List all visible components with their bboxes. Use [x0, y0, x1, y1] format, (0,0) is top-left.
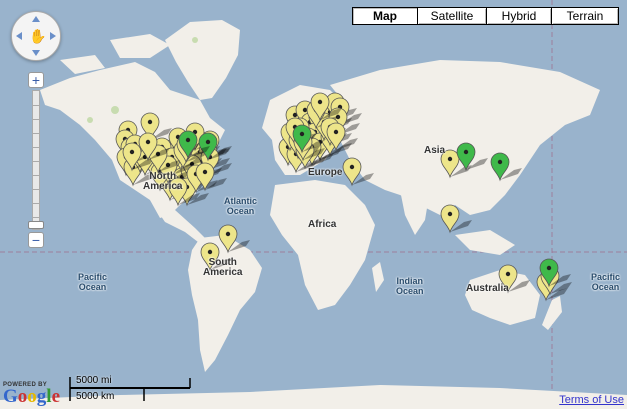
label-asia: Asia: [424, 145, 446, 156]
google-logo-text: Google: [3, 386, 60, 407]
terms-of-use-link[interactable]: Terms of Use: [559, 394, 624, 406]
map-type-terrain-button[interactable]: Terrain: [551, 7, 619, 25]
pan-up-icon[interactable]: [32, 16, 40, 22]
map-type-map-button[interactable]: Map: [352, 7, 418, 25]
google-logo[interactable]: POWERED BY Google: [3, 382, 60, 406]
label-africa: Africa: [308, 219, 337, 230]
label-south-america: South America: [203, 257, 243, 278]
map-marker-yellow[interactable]: [342, 157, 374, 187]
label-australia: Australia: [466, 283, 509, 294]
map-canvas[interactable]: North America South America Europe Africa …: [0, 0, 627, 409]
pan-left-icon[interactable]: [16, 32, 22, 40]
map-type-control: Map Satellite Hybrid Terrain: [352, 7, 619, 25]
label-atlantic-ocean: Atlantic Ocean: [224, 196, 258, 216]
hand-icon: ✋: [29, 28, 47, 44]
label-pacific-ocean-west: Pacific Ocean: [78, 272, 108, 292]
pan-down-icon[interactable]: [32, 50, 40, 56]
pan-control[interactable]: ✋: [11, 11, 61, 61]
scale-km: 5000 km: [76, 391, 115, 402]
map-marker-yellow[interactable]: [218, 224, 250, 254]
map-type-hybrid-button[interactable]: Hybrid: [486, 7, 552, 25]
zoom-in-button[interactable]: +: [28, 72, 44, 88]
scale-miles: 5000 mi: [76, 375, 112, 386]
zoom-control: + −: [28, 72, 44, 248]
zoom-slider-track[interactable]: [28, 90, 44, 230]
zoom-slider-thumb[interactable]: [28, 221, 44, 229]
map-marker-green[interactable]: [456, 142, 488, 172]
label-europe: Europe: [308, 167, 343, 178]
zoom-out-button[interactable]: −: [28, 232, 44, 248]
map-type-satellite-button[interactable]: Satellite: [417, 7, 487, 25]
scale-bar: 5000 mi 5000 km: [68, 373, 192, 405]
label-pacific-ocean-east: Pacific Ocean: [591, 272, 621, 292]
map-marker-green[interactable]: [490, 152, 522, 182]
pan-right-icon[interactable]: [50, 32, 56, 40]
marker-layer: [115, 92, 572, 302]
map-marker-yellow[interactable]: [440, 204, 472, 234]
label-north-america: North America: [143, 171, 183, 192]
label-indian-ocean: Indian Ocean: [396, 276, 424, 296]
